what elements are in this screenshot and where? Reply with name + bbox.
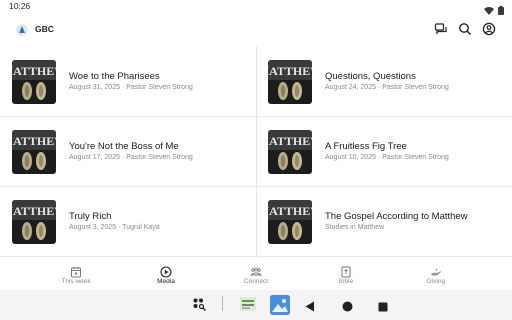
giving-hand-icon [430,265,442,277]
sermon-card[interactable]: MATTHEW You're Not the Boss of Me August… [0,116,256,186]
sermon-card[interactable]: MATTHEW Questions, Questions August 24, … [256,46,512,116]
bible-icon [340,265,352,278]
sermon-thumbnail: MATTHEW [268,200,312,244]
tab-label: This week [61,278,91,285]
sermon-title: The Gospel According to Matthew [325,211,468,222]
sermon-artwork: MATTHEW [12,200,56,244]
sermon-subtitle: August 3, 2025 · Tugrul Kaya [69,224,160,231]
apps-search-icon[interactable] [192,297,208,318]
sermon-subtitle: August 24, 2025 · Pastor Steven Strong [325,84,449,91]
sermon-artwork: MATTHEW [12,60,56,104]
tab-media[interactable]: Media [116,262,216,290]
sermon-artwork: MATTHEW [12,130,56,174]
sermon-subtitle: Studies in Matthew [325,224,385,231]
sermon-thumbnail: MATTHEW [12,60,56,104]
sermon-title: Woe to the Pharisees [69,71,160,82]
artwork-text: MATTHEW [268,134,312,148]
account-icon[interactable] [482,22,496,36]
sermon-subtitle: August 31, 2025 · Pastor Steven Strong [69,84,193,91]
bottom-tab-bar: This week Media Connect Bible Giving [0,262,512,290]
sermon-subtitle: August 10, 2025 · Pastor Steven Strong [325,154,449,161]
sermon-artwork: MATTHEW [268,200,312,244]
app-bar: GBC [0,14,512,46]
app-title: GBC [35,24,54,34]
system-nav-bar [0,290,512,320]
nav-divider [222,296,223,311]
play-circle-icon [160,265,172,278]
artwork-text: MATTHEW [268,204,312,218]
status-time: 10:26 [9,1,31,11]
chat-icon[interactable] [434,22,448,36]
search-icon[interactable] [458,22,472,36]
artwork-text: MATTHEW [12,134,56,148]
tab-connect[interactable]: Connect [206,262,306,290]
artwork-text: MATTHEW [12,204,56,218]
sermon-title: Questions, Questions [325,71,416,82]
recent-app-icon[interactable] [240,297,256,316]
sermon-artwork: MATTHEW [268,60,312,104]
artwork-text: MATTHEW [268,64,312,78]
calendar-icon [70,265,82,278]
sermon-card[interactable]: MATTHEW A Fruitless Fig Tree August 10, … [256,116,512,186]
tab-giving[interactable]: Giving [386,262,486,290]
sermon-thumbnail: MATTHEW [268,130,312,174]
sermon-card[interactable]: MATTHEW Woe to the Pharisees August 31, … [0,46,256,116]
sermon-thumbnail: MATTHEW [12,200,56,244]
tab-label: Media [157,278,175,285]
sermon-title: You're Not the Boss of Me [69,141,179,152]
tab-label: Bible [338,278,354,285]
sermon-card[interactable]: MATTHEW Truly Rich August 3, 2025 · Tugr… [0,186,256,256]
sermon-grid: MATTHEW Woe to the Pharisees August 31, … [0,46,512,258]
recent-app-icon[interactable] [270,295,290,320]
church-logo-icon [15,23,29,37]
artwork-text: MATTHEW [12,64,56,78]
sermon-artwork: MATTHEW [268,130,312,174]
sermon-card[interactable]: MATTHEW The Gospel According to Matthew … [256,186,512,256]
sermon-title: Truly Rich [69,211,112,222]
home-icon[interactable] [342,299,353,317]
tab-bible[interactable]: Bible [296,262,396,290]
tab-label: Giving [426,278,446,285]
tab-label: Connect [243,278,269,285]
sermon-thumbnail: MATTHEW [12,130,56,174]
sermon-subtitle: August 17, 2025 · Pastor Steven Strong [69,154,193,161]
overview-icon[interactable] [378,299,388,317]
back-icon[interactable] [305,299,315,317]
sermon-title: A Fruitless Fig Tree [325,141,407,152]
status-bar: 10:26 [0,0,512,15]
sermon-thumbnail: MATTHEW [268,60,312,104]
row-divider [0,256,512,257]
people-icon [249,265,263,277]
tab-this-week[interactable]: This week [26,262,126,290]
